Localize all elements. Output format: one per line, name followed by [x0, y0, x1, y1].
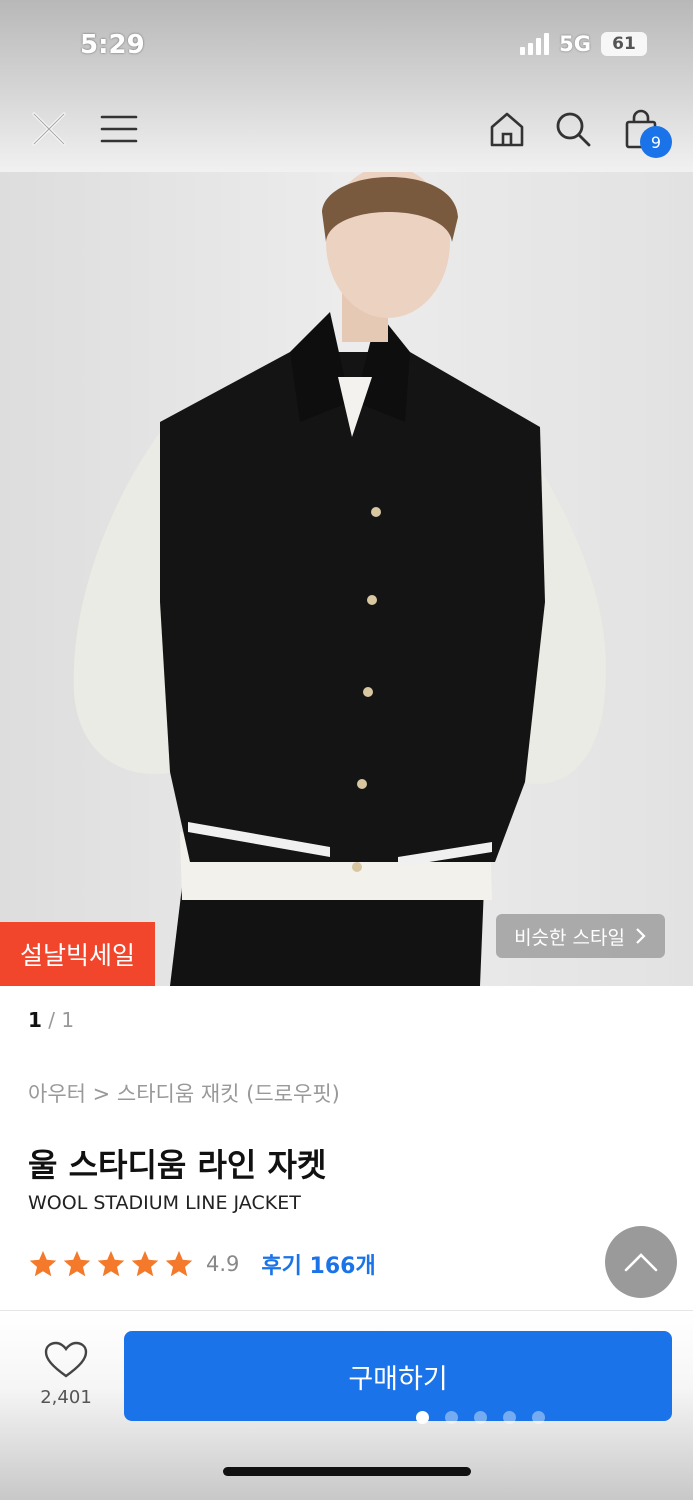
battery-level: 61 — [612, 34, 636, 54]
pager-total: / 1 — [48, 1008, 75, 1032]
product-subtitle: WOOL STADIUM LINE JACKET — [28, 1192, 301, 1214]
similar-style-button[interactable]: 비슷한 스타일 — [496, 914, 665, 958]
battery-icon: 61 — [601, 32, 647, 56]
like-button[interactable]: 2,401 — [30, 1341, 102, 1408]
buy-button-label: 구매하기 — [348, 1363, 448, 1395]
star-icon — [29, 1250, 57, 1277]
status-time: 5:29 — [80, 30, 145, 60]
page-dots — [416, 1411, 545, 1424]
cart-count-badge: 9 — [640, 126, 672, 158]
product-image[interactable]: 설날빅세일 비슷한 스타일 — [0, 172, 693, 986]
star-icon — [165, 1250, 193, 1277]
rating-row: 4.9 후기 166개 — [28, 1248, 376, 1280]
breadcrumb[interactable]: 아우터 > 스타디움 재킷 (드로우핏) — [28, 1078, 340, 1108]
signal-icon — [520, 33, 550, 55]
chevron-right-icon — [636, 928, 646, 944]
status-indicators: 5G 61 — [520, 32, 647, 56]
star-icon — [97, 1250, 125, 1277]
home-icon[interactable] — [484, 106, 530, 152]
product-title: 울 스타디움 라인 자켓 — [28, 1146, 327, 1184]
top-navigation: 9 — [0, 92, 693, 172]
scroll-to-top-button[interactable] — [605, 1226, 677, 1298]
chevron-up-icon — [624, 1253, 658, 1272]
star-icon — [63, 1250, 91, 1277]
product-photo — [0, 172, 693, 986]
similar-style-label: 비슷한 스타일 — [514, 926, 625, 949]
like-count: 2,401 — [40, 1387, 92, 1408]
shopping-bag-icon[interactable]: 9 — [618, 106, 672, 158]
menu-icon[interactable] — [96, 106, 142, 152]
search-icon[interactable] — [550, 106, 596, 152]
review-link[interactable]: 후기 166개 — [261, 1248, 375, 1280]
heart-icon — [44, 1341, 88, 1378]
buy-button[interactable]: 구매하기 — [124, 1331, 672, 1424]
pager-current: 1 — [28, 1008, 42, 1032]
rating-value: 4.9 — [206, 1252, 240, 1276]
star-icon — [131, 1250, 159, 1277]
sale-tag: 설날빅세일 — [0, 922, 155, 986]
image-pager: 1 / 1 — [28, 1008, 74, 1032]
home-indicator[interactable] — [223, 1467, 471, 1476]
close-icon[interactable] — [26, 106, 72, 152]
status-bar: 5:29 5G 61 — [0, 0, 693, 92]
network-label: 5G — [559, 32, 591, 56]
